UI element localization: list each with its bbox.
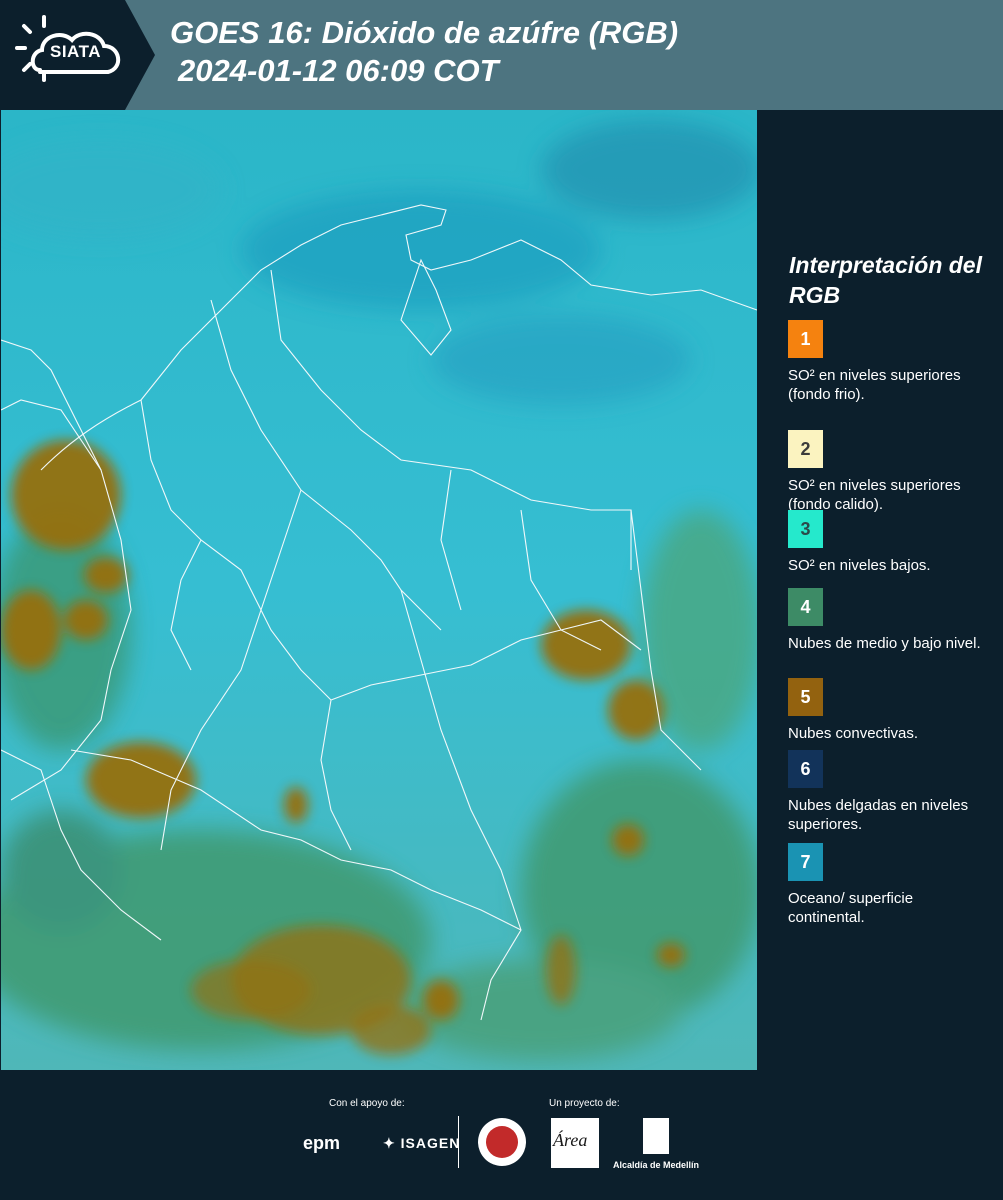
area-logo-text: Área: [553, 1130, 588, 1150]
legend-label: Nubes delgadas en niveles superiores.: [788, 797, 969, 833]
siata-logo: SIATA: [0, 0, 155, 110]
legend-label: Nubes de medio y bajo nivel.: [788, 635, 981, 652]
isagen-logo: ✦ ISAGEN: [383, 1135, 460, 1152]
header-bar: SIATA GOES 16: Dióxido de azúfre (RGB) 2…: [0, 0, 1003, 110]
legend-label: Nubes convectivas.: [788, 725, 919, 742]
isagen-star-icon: ✦: [383, 1135, 401, 1151]
legend-swatch: 1: [788, 320, 823, 358]
legend-label: SO² en niveles superiores (fondo frio).: [788, 367, 961, 403]
legend-item-5: 5 Nubes convectivas.: [788, 678, 988, 743]
isagen-text: ISAGEN: [400, 1135, 461, 1151]
support-label: Con el apoyo de:: [329, 1098, 405, 1109]
legend-swatch: 4: [788, 588, 823, 626]
medellin-seal-logo: [478, 1118, 526, 1166]
title-product: GOES 16: Dióxido de azúfre (RGB): [170, 15, 679, 50]
legend-swatch: 7: [788, 843, 823, 881]
legend-swatch: 3: [788, 510, 823, 548]
title-timestamp: 2024-01-12 06:09 COT: [178, 53, 499, 88]
alcaldia-shield-icon: [643, 1118, 669, 1154]
epm-logo: epm: [303, 1133, 341, 1153]
legend-label: Oceano/ superficie continental.: [788, 890, 914, 926]
legend-item-7: 7 Oceano/ superficie continental.: [788, 843, 988, 927]
legend-item-6: 6 Nubes delgadas en niveles superiores.: [788, 750, 988, 834]
alcaldia-label: Alcaldía de Medellín: [613, 1160, 700, 1170]
legend-item-3: 3 SO² en niveles bajos.: [788, 510, 988, 575]
satellite-map: [1, 110, 757, 1070]
legend-title: Interpretación del RGB: [789, 252, 982, 308]
project-label: Un proyecto de:: [549, 1098, 620, 1109]
legend-item-2: 2 SO² en niveles superiores (fondo calido…: [788, 430, 988, 514]
legend-swatch: 2: [788, 430, 823, 468]
legend-label: SO² en niveles superiores (fondo calido)…: [788, 477, 961, 513]
legend-swatch: 6: [788, 750, 823, 788]
legend-item-1: 1 SO² en niveles superiores (fondo frio).: [788, 320, 988, 404]
footer-divider: [458, 1116, 459, 1168]
page-title: GOES 16: Dióxido de azúfre (RGB) 2024-01…: [170, 14, 678, 90]
logo-text: SIATA: [50, 42, 101, 61]
legend-label: SO² en niveles bajos.: [788, 557, 931, 574]
legend-panel: Interpretación del RGB 1 SO² en niveles s…: [760, 110, 1003, 1070]
legend-swatch: 5: [788, 678, 823, 716]
area-metropolitana-logo: Área: [551, 1118, 599, 1168]
legend-item-4: 4 Nubes de medio y bajo nivel.: [788, 588, 988, 653]
satellite-image: [1, 110, 757, 1070]
footer: Con el apoyo de: Un proyecto de: epm ✦ I…: [0, 1070, 1003, 1200]
